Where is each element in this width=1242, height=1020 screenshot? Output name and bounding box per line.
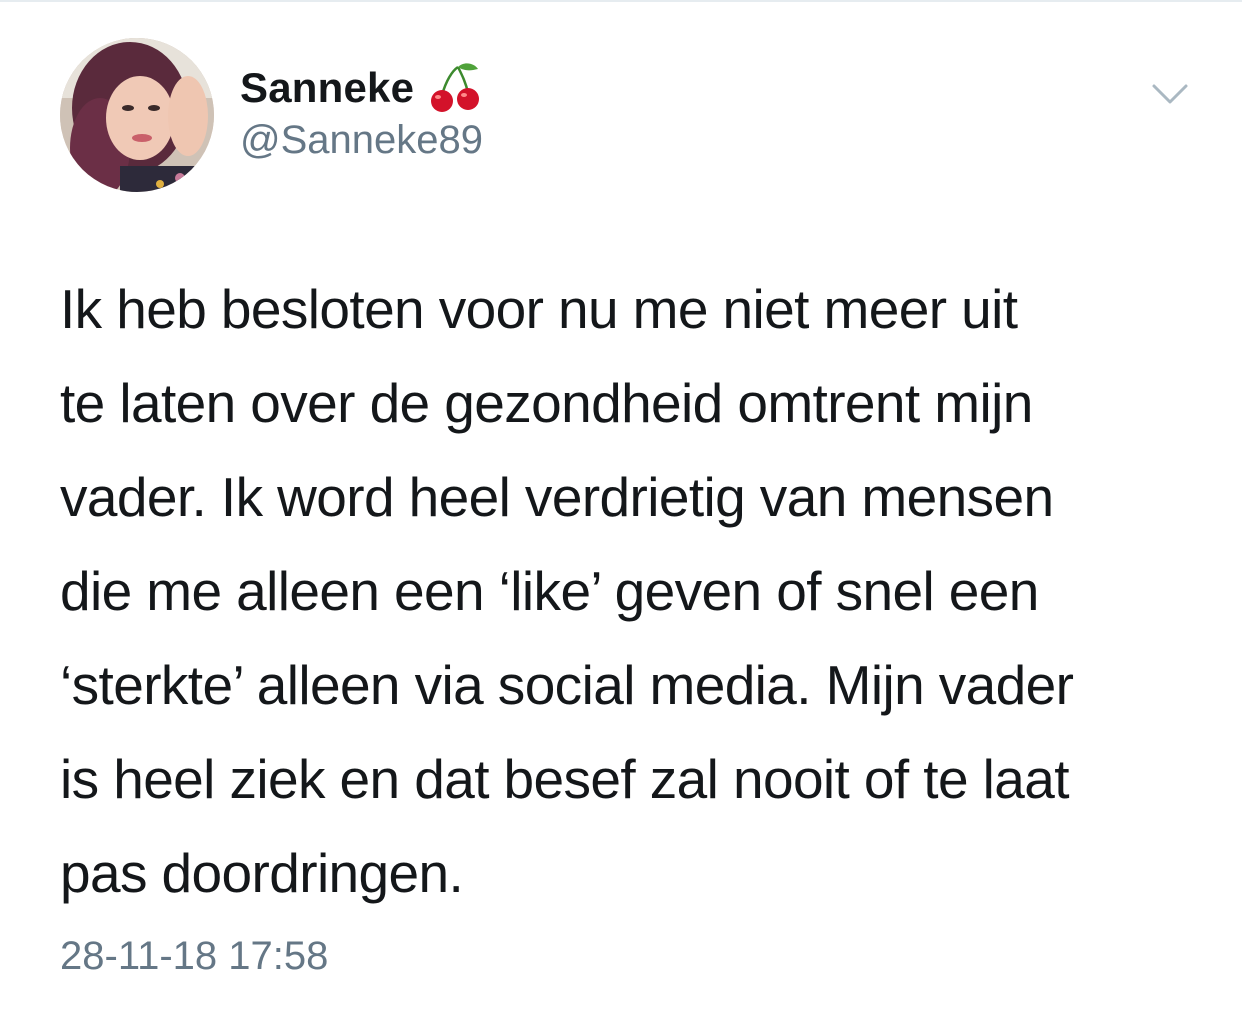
- cherries-icon: [428, 61, 482, 115]
- user-handle[interactable]: @Sanneke89: [240, 118, 483, 163]
- tweet-card: Sanneke @Sanneke89 Ik heb besloten voor …: [0, 0, 1242, 1020]
- chevron-down-icon: [1152, 84, 1188, 104]
- tweet-timestamp[interactable]: 28-11-18 17:58: [60, 934, 328, 979]
- display-name[interactable]: Sanneke: [240, 64, 414, 112]
- tweet-menu-button[interactable]: [1148, 76, 1192, 112]
- avatar-photo: [60, 38, 214, 192]
- author-name-row[interactable]: Sanneke: [240, 60, 482, 116]
- tweet-text: Ik heb besloten voor nu me niet meer uit…: [60, 278, 1074, 904]
- avatar[interactable]: [60, 38, 214, 192]
